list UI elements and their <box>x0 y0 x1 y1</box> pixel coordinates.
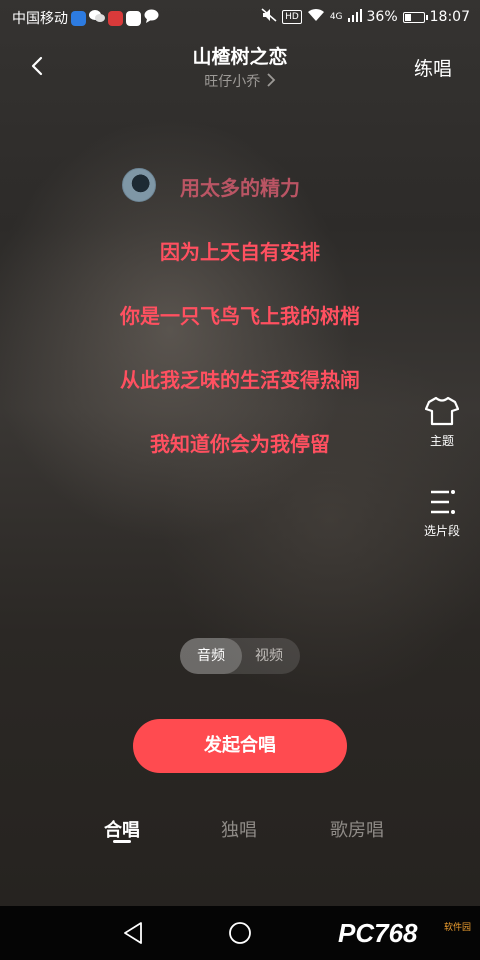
lyric-line: 因为上天自有安排 <box>160 240 320 264</box>
select-segment-button[interactable]: 选片段 <box>412 488 472 539</box>
theme-label: 主题 <box>429 434 454 448</box>
tshirt-icon <box>425 396 459 426</box>
tab-solo[interactable]: 独唱 <box>189 816 289 842</box>
battery-icon <box>402 11 428 23</box>
wechat-icon <box>89 9 105 27</box>
mute-icon <box>261 8 277 26</box>
tab-room[interactable]: 歌房唱 <box>307 816 407 842</box>
tab-indicator <box>113 840 131 843</box>
lyric-line: 我知道你会为我停留 <box>150 432 330 456</box>
singer-name: 旺仔小乔 <box>204 74 261 90</box>
wifi-icon <box>307 8 325 26</box>
media-toggle: 音频 视频 <box>180 638 300 674</box>
mode-tabs: 合唱 独唱 歌房唱 <box>0 812 480 862</box>
nav-back-button[interactable] <box>122 921 144 949</box>
clock: 18:07 <box>429 9 470 25</box>
triangle-back-icon <box>124 922 142 944</box>
start-chorus-button[interactable]: 发起合唱 <box>133 719 347 773</box>
signal-icon <box>347 8 362 26</box>
watermark-logo: PC768 软件园 <box>334 916 474 950</box>
status-bar-left: 中国移动 <box>12 8 159 28</box>
lyric-line: 从此我乏味的生活变得热闹 <box>120 368 360 392</box>
watermark-sub: 软件园 <box>444 921 471 933</box>
hd-badge: HD <box>282 10 302 24</box>
status-bar-right: HD 4G 36% 18:07 <box>261 8 470 26</box>
video-option[interactable]: 视频 <box>238 638 300 674</box>
lyric-line: 用太多的精力 <box>180 176 300 200</box>
message-icon <box>144 9 159 27</box>
app-notification-icon <box>126 10 141 26</box>
battery-percent: 36% <box>366 9 398 25</box>
practice-button[interactable]: 练唱 <box>414 54 452 81</box>
chevron-right-icon <box>267 73 276 91</box>
segment-list-icon <box>431 490 455 514</box>
tab-chorus[interactable]: 合唱 <box>72 816 172 842</box>
segment-label: 选片段 <box>423 524 460 538</box>
battery-fill <box>404 13 411 21</box>
audio-option[interactable]: 音频 <box>180 638 242 674</box>
watermark-text: PC768 <box>338 918 418 948</box>
nav-home-button[interactable] <box>228 921 252 949</box>
circle-home-icon <box>229 922 251 944</box>
system-nav-bar: PC768 软件园 <box>0 906 480 960</box>
network-type: 4G <box>329 12 343 22</box>
header: 山楂树之恋 旺仔小乔 练唱 <box>0 34 480 104</box>
status-bar: 中国移动 HD 4G 36% 18:07 <box>0 0 480 34</box>
carrier-label: 中国移动 <box>12 11 68 27</box>
singer-link[interactable]: 旺仔小乔 <box>0 71 480 91</box>
song-title: 山楂树之恋 <box>192 46 288 68</box>
app-notification-icon <box>71 10 86 26</box>
theme-button[interactable]: 主题 <box>412 396 472 449</box>
app-notification-icon <box>108 10 123 26</box>
lyric-line: 你是一只飞鸟飞上我的树梢 <box>120 304 360 328</box>
